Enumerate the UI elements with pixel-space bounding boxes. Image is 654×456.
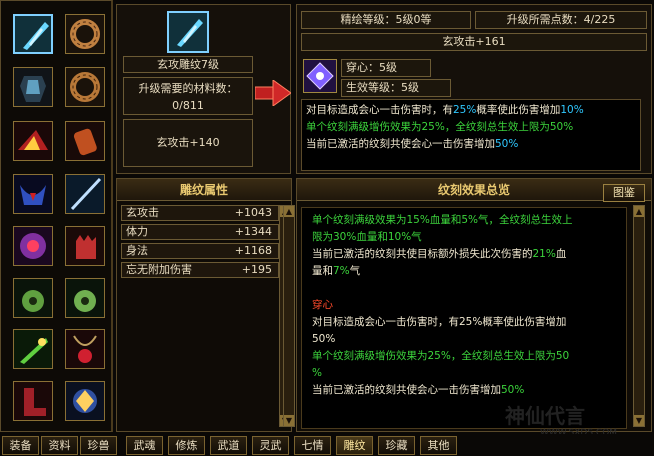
equip-slot-crystal-weapon[interactable] <box>13 14 53 54</box>
equip-slot-necklace[interactable] <box>65 329 105 369</box>
current-bonus: 玄攻击+140 <box>123 119 253 167</box>
tab-spirit-weapon[interactable]: 灵武 <box>252 436 289 455</box>
scroll-down-icon[interactable]: ▼ <box>634 415 644 426</box>
effect-level: 生效等级：5级 <box>341 79 451 97</box>
needle-icon <box>66 175 104 213</box>
equip-slot-glove[interactable] <box>65 226 105 266</box>
effect-overview-panel: 纹刻效果总览 图鉴 ▲ ▼ 单个纹刻满级效果为15%血量和5%气，全纹刻总生效上… <box>283 178 652 432</box>
tab-collection[interactable]: 珍藏 <box>378 436 415 455</box>
equip-slot-jade-amulet[interactable] <box>65 278 105 318</box>
charm-icon <box>66 382 104 420</box>
effect-line: 限为30%血量和10%气 <box>312 231 422 243</box>
gallery-button[interactable]: 图鉴 <box>603 184 645 202</box>
equip-slot-boots[interactable] <box>13 381 53 421</box>
tab-pets[interactable]: 珍兽 <box>80 436 117 455</box>
materials-box: 升级需要的材料数： 0/811 <box>123 77 253 115</box>
sash-icon <box>14 175 52 213</box>
scroll-up-icon[interactable]: ▲ <box>634 206 644 217</box>
mask-icon <box>14 227 52 265</box>
upgrade-arrow-icon <box>254 79 292 109</box>
desc-line-3: 当前已激活的纹刻共使会心一击伤害增加50% <box>306 138 519 150</box>
effect-line: 当前已激活的纹刻共使会心一击伤害增加50% <box>312 384 525 396</box>
ring-icon <box>66 68 104 106</box>
effect-description: 对目标造成会心一击伤害时，有25%概率使此伤害增加10% 单个纹刻满级增伤效果为… <box>301 99 641 171</box>
effect-section-title: 穿心 <box>312 299 333 311</box>
effect-line: 50% <box>312 333 336 345</box>
jade-icon <box>66 279 104 317</box>
upgrade-info-panel: 精绘等级：5级0等 升级所需点数：4/225 玄攻击+161 穿心：5级 生效等… <box>296 4 652 174</box>
tab-equipment[interactable]: 装备 <box>2 436 39 455</box>
watermark-logo: 神仙代言 <box>505 404 585 428</box>
next-bonus: 玄攻击+161 <box>301 33 647 51</box>
effect-line: 对目标造成会心一击伤害时，有25%概率使此伤害增加 <box>312 316 567 328</box>
equip-slot-needle[interactable] <box>65 174 105 214</box>
crystal-icon <box>15 16 51 52</box>
effect-line: 量和7%气 <box>312 265 361 277</box>
materials-value: 0/811 <box>172 99 204 112</box>
equip-slot-talisman[interactable] <box>13 329 53 369</box>
attr-row: 体力 +1344 <box>121 224 279 240</box>
scroll-down-icon[interactable]: ▼ <box>284 415 294 426</box>
effect-overview-title: 纹刻效果总览 <box>297 179 651 201</box>
desc-line-2: 单个纹刻满级增伤效果为25%，全纹刻总生效上限为50% <box>306 121 574 133</box>
tab-profile[interactable]: 资料 <box>41 436 78 455</box>
desc-line-1: 对目标造成会心一击伤害时，有25%概率使此伤害增加10% <box>306 104 584 116</box>
bracelet-icon <box>66 15 104 53</box>
equip-slot-jade-pendant[interactable] <box>13 278 53 318</box>
effect-line: 单个纹刻满级增伤效果为25%，全纹刻总生效上限为50 <box>312 350 570 362</box>
effect-overview-text: 单个纹刻满级效果为15%血量和5%气，全纹刻总生效上 限为30%血量和10%气 … <box>301 207 627 429</box>
carving-item-slot[interactable] <box>167 11 209 53</box>
materials-label: 升级需要的材料数： <box>138 82 238 95</box>
equip-slot-armor[interactable] <box>13 67 53 107</box>
tab-cultivation[interactable]: 修炼 <box>168 436 205 455</box>
attr-row: 玄攻击 +1043 <box>121 205 279 221</box>
tab-other[interactable]: 其他 <box>420 436 457 455</box>
tab-emotions[interactable]: 七情 <box>294 436 331 455</box>
glove-icon <box>66 227 104 265</box>
bracer-icon <box>66 122 104 160</box>
effect-left-scrollbar[interactable]: ▲ ▼ <box>283 205 295 427</box>
equip-slot-sash[interactable] <box>13 174 53 214</box>
effect-rune-slot[interactable] <box>303 59 337 93</box>
attr-row: 忘无附加伤害 +195 <box>121 262 279 278</box>
rune-icon <box>304 60 336 92</box>
effect-line: % <box>312 367 322 379</box>
attributes-title: 雕纹属性 <box>117 179 291 201</box>
effect-line: 单个纹刻满级效果为15%血量和5%气，全纹刻总生效上 <box>312 214 573 226</box>
equip-slot-bracelet[interactable] <box>65 14 105 54</box>
tab-carving[interactable]: 雕纹 <box>336 436 373 455</box>
effect-scrollbar[interactable]: ▲ ▼ <box>633 205 645 427</box>
equip-slot-mask[interactable] <box>13 226 53 266</box>
jade-icon <box>14 279 52 317</box>
crystal-icon <box>169 13 207 51</box>
equip-slot-ring[interactable] <box>65 67 105 107</box>
bottom-tab-bar: 装备 资料 珍兽 武魂 修炼 武道 灵武 七情 雕纹 珍藏 其他 <box>0 434 654 456</box>
equip-slot-hat[interactable] <box>13 121 53 161</box>
scroll-up-icon[interactable]: ▲ <box>284 206 294 217</box>
refine-level: 精绘等级：5级0等 <box>301 11 471 29</box>
boots-icon <box>14 382 52 420</box>
equip-slot-bracer[interactable] <box>65 121 105 161</box>
carving-attributes-panel: 雕纹属性 玄攻击 +1043 体力 +1344 身法 +1168 忘无附加伤害 +195… <box>116 178 292 432</box>
equip-slot-mount-charm[interactable] <box>65 381 105 421</box>
attr-row: 身法 +1168 <box>121 243 279 259</box>
upgrade-points: 升级所需点数：4/225 <box>475 11 647 29</box>
equipment-panel <box>0 0 113 432</box>
tab-martial-soul[interactable]: 武魂 <box>126 436 163 455</box>
tab-martial-path[interactable]: 武道 <box>210 436 247 455</box>
necklace-icon <box>66 330 104 368</box>
hat-icon <box>14 122 52 160</box>
effect-line: 当前已激活的纹刻共使目标额外损失此次伤害的21%血 <box>312 248 567 260</box>
carving-name: 玄攻雕纹7级 <box>123 56 253 73</box>
effect-name: 穿心：5级 <box>341 59 431 77</box>
armor-icon <box>14 68 52 106</box>
talisman-icon <box>14 330 52 368</box>
